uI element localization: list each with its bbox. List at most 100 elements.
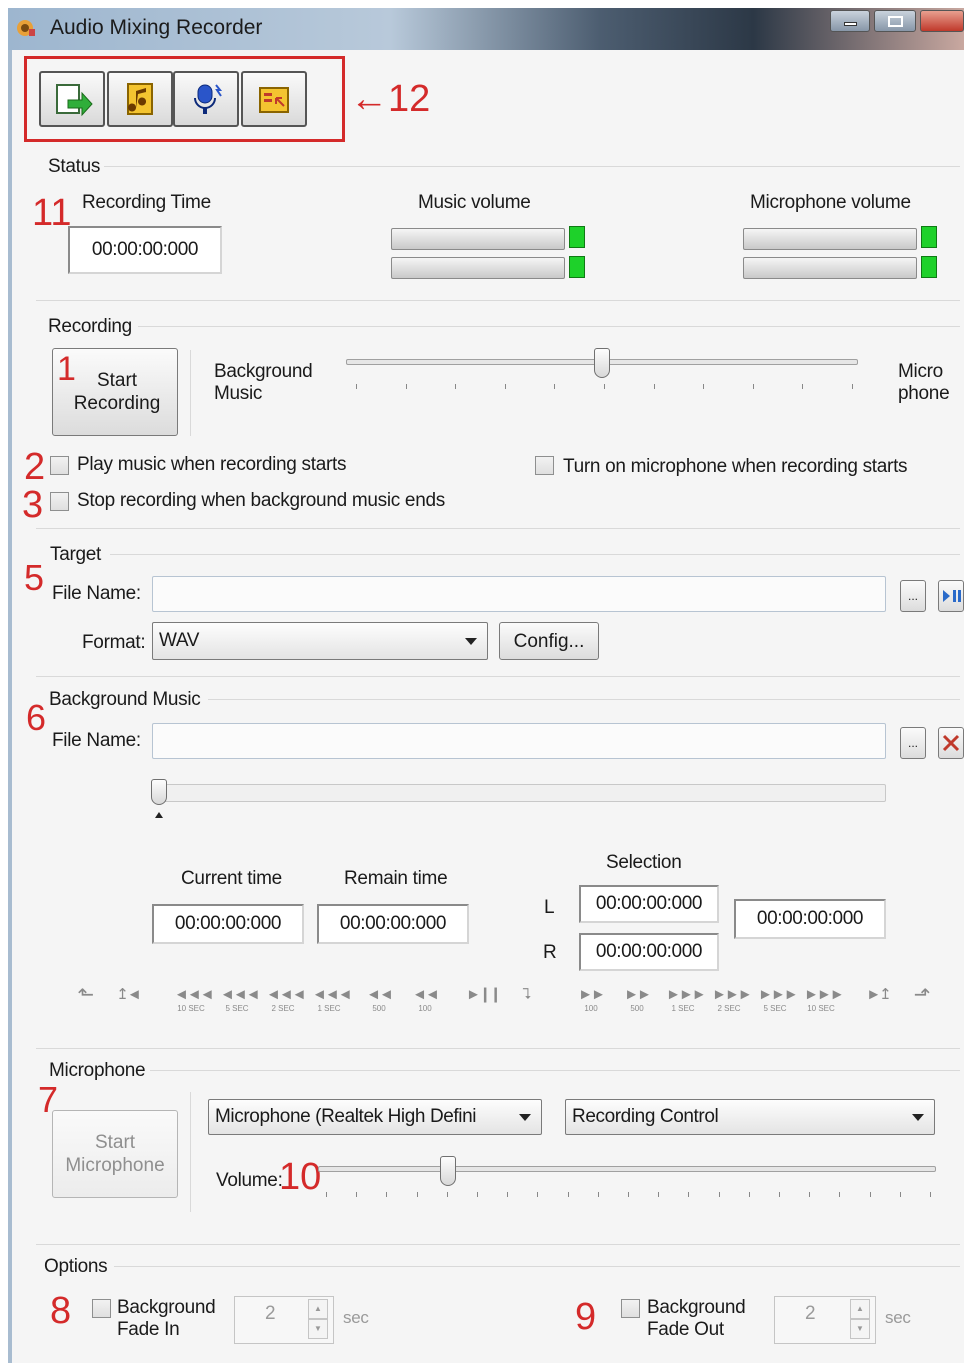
bgmusic-file-name-label: File Name: — [52, 730, 141, 751]
seek-forward-10sec-button[interactable]: ►►► 10 SEC — [804, 986, 845, 1026]
position-slider-track[interactable] — [152, 784, 886, 802]
clear-bgmusic-button[interactable] — [938, 727, 964, 759]
go-end-button[interactable]: ⬏ — [908, 985, 934, 1026]
seek-step-label: 1 SEC — [317, 1004, 341, 1013]
slider-tick — [416, 1192, 418, 1197]
seek-step-label: 2 SEC — [717, 1004, 741, 1013]
seek-back-5sec-button[interactable]: ◄◄◄ 5 SEC — [220, 986, 261, 1026]
rewind-icon: ◄◄ — [366, 986, 394, 1003]
recording-control-value: Recording Control — [572, 1106, 719, 1127]
remain-time-display: 00:00:00:000 — [317, 904, 469, 944]
mix-slider-thumb[interactable] — [594, 348, 610, 378]
annotation-6: 6 — [26, 697, 47, 738]
recording-control-select[interactable]: Recording Control — [565, 1099, 935, 1135]
fade-out-checkbox[interactable] — [621, 1299, 640, 1318]
target-file-name-input[interactable] — [152, 576, 886, 612]
seek-back-1sec-button[interactable]: ◄◄◄ 1 SEC — [312, 986, 353, 1026]
seek-back-100-button[interactable]: ◄◄ 100 — [408, 986, 442, 1026]
slider-tick — [356, 384, 357, 389]
selection-left-label: L — [544, 897, 555, 918]
chevron-down-icon — [912, 1114, 924, 1121]
selection-left-time[interactable]: 00:00:00:000 — [579, 885, 719, 923]
rewind-icon: ◄◄◄ — [174, 986, 215, 1003]
go-start-button[interactable]: ⬑ — [72, 984, 98, 1026]
fade-in-down-button[interactable]: ▼ — [308, 1319, 328, 1339]
minimize-icon — [844, 22, 857, 26]
slider-tick — [507, 1192, 509, 1197]
annotation-12: ←12 — [350, 78, 431, 120]
play-target-button[interactable] — [938, 580, 964, 612]
stop-recording-checkbox[interactable] — [50, 492, 69, 511]
maximize-button[interactable] — [874, 10, 916, 32]
status-group-border — [104, 166, 960, 167]
seek-forward-100-button[interactable]: ►► 100 — [574, 986, 608, 1026]
seek-forward-500-button[interactable]: ►► 500 — [620, 986, 654, 1026]
jump-marker-button[interactable]: ⮧ — [512, 986, 540, 1026]
fast-forward-icon: ►►► — [758, 986, 799, 1003]
format-select[interactable]: WAV — [152, 622, 488, 660]
play-pause-icon: ►❙❙ — [466, 986, 502, 1003]
go-start-icon: ⬑ — [77, 984, 95, 1006]
fade-in-up-button[interactable]: ▲ — [308, 1299, 328, 1319]
fade-out-label: Background Fade Out — [647, 1297, 746, 1340]
fade-in-checkbox[interactable] — [92, 1299, 111, 1318]
slider-tick — [752, 384, 754, 389]
bgmusic-group-label: Background Music — [49, 689, 201, 710]
selection-right-time[interactable]: 00:00:00:000 — [579, 933, 719, 971]
title-bar: Audio Mixing Recorder — [8, 8, 964, 50]
recording-separator — [190, 350, 191, 436]
annotation-1: 1 — [57, 350, 76, 388]
selection-right-label: R — [543, 942, 557, 963]
slider-tick — [356, 1192, 358, 1197]
selection-start-button[interactable]: ↥◄ — [114, 986, 142, 1026]
bgmusic-browse-button[interactable]: ... — [900, 727, 926, 759]
mic-volume-led-right — [921, 256, 937, 278]
seek-back-10sec-button[interactable]: ◄◄◄ 10 SEC — [174, 986, 215, 1026]
fade-out-down-button[interactable]: ▼ — [850, 1319, 870, 1339]
recording-time-label: Recording Time — [82, 192, 211, 213]
target-browse-button[interactable]: ... — [900, 580, 926, 612]
music-button[interactable] — [107, 71, 173, 127]
seek-step-label: 1 SEC — [671, 1004, 695, 1013]
skip-back-icon: ↥◄ — [116, 986, 141, 1003]
slider-tick — [597, 1192, 599, 1197]
selection-end-button[interactable]: ►↥ — [864, 986, 892, 1026]
microphone-icon — [194, 84, 223, 114]
window-title: Audio Mixing Recorder — [50, 16, 263, 39]
close-button[interactable] — [920, 10, 964, 32]
play-music-checkbox[interactable] — [50, 456, 69, 475]
start-microphone-button[interactable]: Start Microphone — [52, 1110, 178, 1198]
seek-forward-5sec-button[interactable]: ►►► 5 SEC — [758, 986, 799, 1026]
microphone-device-select[interactable]: Microphone (Realtek High Defini — [208, 1099, 542, 1135]
slider-tick — [779, 1192, 780, 1197]
seek-forward-1sec-button[interactable]: ►►► 1 SEC — [666, 986, 707, 1026]
fade-out-up-button[interactable]: ▲ — [850, 1299, 870, 1319]
seek-back-500-button[interactable]: ◄◄ 500 — [362, 986, 396, 1026]
slider-tick — [802, 384, 804, 389]
settings-button[interactable] — [241, 71, 307, 127]
minimize-button[interactable] — [830, 10, 870, 32]
marker-down-icon: ⮧ — [522, 986, 532, 1003]
bgmusic-file-name-input[interactable] — [152, 723, 886, 759]
microphone-device-value: Microphone (Realtek High Defini — [215, 1106, 477, 1127]
slider-tick — [839, 1192, 841, 1197]
turn-on-mic-checkbox[interactable] — [535, 456, 554, 475]
open-file-button[interactable] — [39, 71, 105, 127]
seek-forward-2sec-button[interactable]: ►►► 2 SEC — [712, 986, 753, 1026]
slider-tick — [386, 1192, 388, 1197]
config-button[interactable]: Config... — [499, 622, 599, 660]
annotation-8: 8 — [50, 1290, 72, 1332]
microphone-button[interactable] — [173, 71, 239, 127]
seek-back-2sec-button[interactable]: ◄◄◄ 2 SEC — [266, 986, 307, 1026]
annotation-10: 10 — [279, 1156, 322, 1198]
current-time-label: Current time — [181, 868, 282, 889]
recording-time-display: 00:00:00:000 — [68, 226, 222, 274]
slider-tick — [653, 384, 655, 389]
mic-volume-slider-thumb[interactable] — [440, 1156, 456, 1186]
microphone-group-label: Microphone — [49, 1060, 146, 1081]
play-pause-bgmusic-button[interactable]: ►❙❙ — [466, 986, 502, 1026]
mic-volume-led-left — [921, 226, 937, 248]
slider-tick — [554, 384, 556, 389]
position-slider-thumb[interactable] — [151, 779, 167, 805]
mic-volume-slider-track[interactable] — [318, 1166, 936, 1172]
